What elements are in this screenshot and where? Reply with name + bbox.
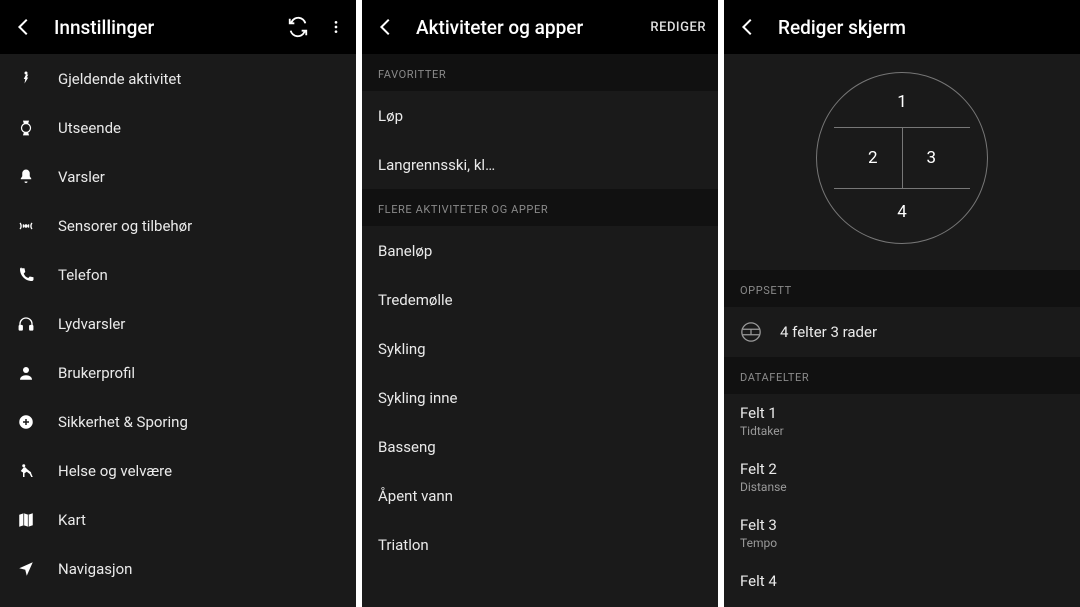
activity-item[interactable]: Sykling inne (362, 373, 718, 422)
activity-label: Langrennsski, kl… (378, 156, 495, 174)
activities-screen: Aktiviteter og apper REDIGER FAVORITTER … (362, 0, 718, 607)
layout-icon (740, 321, 762, 343)
back-button[interactable] (12, 15, 36, 39)
settings-item-sensor[interactable]: Sensorer og tilbehør (0, 201, 356, 250)
layout-label: 4 felter 3 rader (780, 323, 877, 341)
sensor-icon (16, 216, 36, 236)
settings-screen: Innstillinger Gjeldende aktivitet Utseend… (0, 0, 356, 607)
activity-label: Løp (378, 107, 403, 125)
activity-label: Triatlon (378, 536, 429, 554)
page-title: Aktiviteter og apper (416, 16, 632, 39)
settings-item-health[interactable]: Helse og velvære (0, 446, 356, 495)
layout-option[interactable]: 4 felter 3 rader (724, 307, 1080, 357)
field-4-label[interactable]: 4 (897, 202, 907, 222)
activities-list: FAVORITTER Løp Langrennsski, kl… FLERE AK… (362, 54, 718, 607)
activity-label: Sykling inne (378, 389, 458, 407)
phone-icon (16, 265, 36, 285)
health-icon (16, 461, 36, 481)
settings-item-label: Gjeldende aktivitet (58, 70, 181, 88)
section-more-activities: FLERE AKTIVITETER OG APPER (362, 189, 718, 226)
activity-label: Baneløp (378, 242, 432, 260)
settings-item-label: Navigasjon (58, 560, 132, 578)
field-title: Felt 4 (740, 572, 1064, 590)
favorite-activity-item[interactable]: Langrennsski, kl… (362, 140, 718, 189)
edit-screen: Rediger skjerm 1 2 3 4 OPPSETT 4 felter … (724, 0, 1080, 607)
settings-item-user[interactable]: Brukerprofil (0, 348, 356, 397)
headphones-icon (16, 314, 36, 334)
field-title: Felt 1 (740, 404, 1064, 422)
activity-item[interactable]: Åpent vann (362, 471, 718, 520)
field-2-label[interactable]: 2 (868, 148, 878, 168)
bell-icon (16, 167, 36, 187)
field-3-label[interactable]: 3 (926, 148, 936, 168)
back-button[interactable] (736, 15, 760, 39)
settings-item-activity[interactable]: Gjeldende aktivitet (0, 54, 356, 103)
activity-label: Åpent vann (378, 487, 453, 505)
edit-button[interactable]: REDIGER (650, 20, 706, 35)
section-datafields: DATAFELTER (724, 357, 1080, 394)
settings-item-watch[interactable]: Utseende (0, 103, 356, 152)
settings-item-label: Telefon (58, 266, 108, 284)
section-favorites: FAVORITTER (362, 54, 718, 91)
settings-item-label: Brukerprofil (58, 364, 135, 382)
field-subtitle: Tempo (740, 536, 1064, 550)
settings-item-headphones[interactable]: Lydvarsler (0, 299, 356, 348)
field-subtitle: Distanse (740, 480, 1064, 494)
header: Aktiviteter og apper REDIGER (362, 0, 718, 54)
settings-item-phone[interactable]: Telefon (0, 250, 356, 299)
field-title: Felt 3 (740, 516, 1064, 534)
activity-item[interactable]: Triatlon (362, 520, 718, 569)
overflow-menu-button[interactable] (328, 15, 344, 39)
settings-item-label: Sensorer og tilbehør (58, 217, 192, 235)
watch-icon (16, 118, 36, 138)
settings-item-label: Helse og velvære (58, 462, 172, 480)
settings-item-label: Kart (58, 511, 86, 529)
header: Innstillinger (0, 0, 356, 54)
activity-item[interactable]: Baneløp (362, 226, 718, 275)
field-title: Felt 2 (740, 460, 1064, 478)
settings-item-bell[interactable]: Varsler (0, 152, 356, 201)
settings-item-label: Varsler (58, 168, 105, 186)
data-field-item[interactable]: Felt 4 (724, 562, 1080, 602)
settings-item-nav[interactable]: Navigasjon (0, 544, 356, 593)
settings-item-label: Utseende (58, 119, 121, 137)
page-title: Rediger skjerm (778, 16, 1068, 39)
activity-item[interactable]: Tredemølle (362, 275, 718, 324)
activity-item[interactable]: Sykling (362, 324, 718, 373)
activity-icon (16, 69, 36, 89)
settings-list: Gjeldende aktivitet Utseende Varsler Sensor… (0, 54, 356, 607)
data-field-item[interactable]: Felt 2 Distanse (724, 450, 1080, 506)
shield-icon (16, 412, 36, 432)
sync-button[interactable] (286, 15, 310, 39)
settings-item-label: Lydvarsler (58, 315, 125, 333)
field-1-label[interactable]: 1 (897, 92, 907, 112)
settings-item-map[interactable]: Kart (0, 495, 356, 544)
field-subtitle: Tidtaker (740, 424, 1064, 438)
layout-preview: 1 2 3 4 (724, 54, 1080, 270)
activity-label: Basseng (378, 438, 436, 456)
activity-item[interactable]: Basseng (362, 422, 718, 471)
page-title: Innstillinger (54, 16, 268, 39)
activity-label: Sykling (378, 340, 426, 358)
user-icon (16, 363, 36, 383)
nav-icon (16, 559, 36, 579)
activity-label: Tredemølle (378, 291, 453, 309)
map-icon (16, 510, 36, 530)
data-field-item[interactable]: Felt 1 Tidtaker (724, 394, 1080, 450)
settings-item-label: Sikkerhet & Sporing (58, 413, 188, 431)
edit-body: 1 2 3 4 OPPSETT 4 felter 3 rader DATAFEL… (724, 54, 1080, 607)
header: Rediger skjerm (724, 0, 1080, 54)
settings-item-shield[interactable]: Sikkerhet & Sporing (0, 397, 356, 446)
section-layout: OPPSETT (724, 270, 1080, 307)
back-button[interactable] (374, 15, 398, 39)
favorite-activity-item[interactable]: Løp (362, 91, 718, 140)
data-field-item[interactable]: Felt 3 Tempo (724, 506, 1080, 562)
